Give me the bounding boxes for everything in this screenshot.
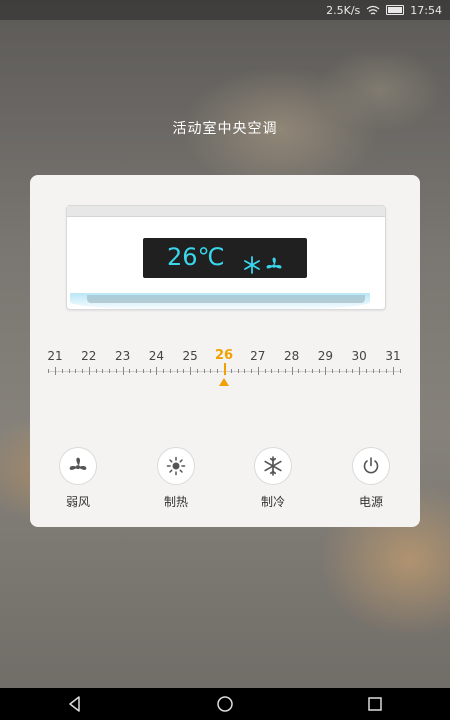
temperature-label-22[interactable]: 22 xyxy=(74,349,104,363)
temperature-label-27[interactable]: 27 xyxy=(243,349,273,363)
ruler-minor-tick xyxy=(251,369,253,373)
ruler-minor-tick xyxy=(102,369,104,373)
ruler-minor-tick xyxy=(109,369,111,373)
ruler-minor-tick xyxy=(203,369,205,373)
navigation-bar xyxy=(0,688,450,720)
ruler-minor-tick xyxy=(129,369,131,373)
ruler-minor-tick xyxy=(345,369,347,373)
ruler-minor-tick xyxy=(68,369,70,373)
ruler-minor-tick xyxy=(399,369,401,373)
ruler-minor-tick xyxy=(169,369,171,373)
status-bar: 2.5K/s 17:54 xyxy=(0,0,450,20)
ruler-minor-tick xyxy=(210,369,212,373)
ruler-minor-tick xyxy=(136,369,138,373)
ruler-minor-tick xyxy=(284,369,286,373)
weak-wind-label: 弱风 xyxy=(65,495,90,509)
weak-wind-button[interactable]: 弱风 xyxy=(48,447,108,510)
snowflake-icon xyxy=(244,256,260,274)
ruler-minor-tick xyxy=(217,369,219,373)
ruler-minor-tick xyxy=(386,369,388,373)
heat-mode-button[interactable]: 制热 xyxy=(146,447,206,510)
power-button[interactable]: 电源 xyxy=(341,447,401,510)
ruler-minor-tick xyxy=(176,369,178,373)
back-icon[interactable] xyxy=(66,695,84,713)
ruler-major-tick xyxy=(156,367,158,375)
power-icon xyxy=(363,457,379,474)
ruler-minor-tick xyxy=(230,369,232,373)
ruler-minor-tick xyxy=(244,369,246,373)
ruler-minor-tick xyxy=(311,369,313,373)
sun-icon xyxy=(166,456,186,476)
ruler-minor-tick xyxy=(95,369,97,373)
ruler-minor-tick xyxy=(318,369,320,373)
temperature-label-30[interactable]: 30 xyxy=(344,349,374,363)
battery-icon xyxy=(386,5,405,15)
heat-mode-label: 制热 xyxy=(163,495,188,509)
fan-icon xyxy=(69,457,87,470)
ruler-major-tick xyxy=(359,367,361,375)
wifi-icon xyxy=(366,5,380,15)
ac-top-panel xyxy=(67,206,385,217)
ruler-minor-tick xyxy=(278,369,280,373)
power-label: 电源 xyxy=(358,495,383,509)
ruler-minor-tick xyxy=(61,369,63,373)
ruler-major-tick xyxy=(291,367,293,375)
ac-control-card: 26℃ 21 22 23 24 25 26 27 28 29 30 31 弱风 … xyxy=(30,175,420,527)
ruler-minor-tick xyxy=(115,369,117,373)
snowflake-icon xyxy=(264,456,282,476)
display-temperature: 26℃ xyxy=(167,243,225,271)
ruler-minor-tick xyxy=(48,369,50,373)
ruler-major-tick xyxy=(122,367,124,375)
temperature-pointer[interactable] xyxy=(219,378,229,386)
device-title: 活动室中央空调 xyxy=(172,121,278,137)
ruler-major-tick xyxy=(190,367,192,375)
ruler-minor-tick xyxy=(379,369,381,373)
ruler-minor-tick xyxy=(163,369,165,373)
temperature-label-23[interactable]: 23 xyxy=(108,349,138,363)
fan-icon xyxy=(266,257,282,269)
cool-mode-label: 制冷 xyxy=(260,495,285,509)
recent-apps-icon[interactable] xyxy=(366,695,384,713)
network-speed: 2.5K/s xyxy=(326,3,361,17)
ruler-minor-tick xyxy=(142,369,144,373)
clock: 17:54 xyxy=(410,3,442,17)
control-buttons: 弱风 制热 制冷 电源 xyxy=(30,447,420,510)
cool-mode-button[interactable]: 制冷 xyxy=(243,447,303,510)
ruler-minor-tick xyxy=(237,369,239,373)
ruler-minor-tick xyxy=(298,369,300,373)
ruler-minor-tick xyxy=(196,369,198,373)
temperature-label-31[interactable]: 31 xyxy=(378,349,408,363)
temperature-label-28[interactable]: 28 xyxy=(277,349,307,363)
temperature-label-29[interactable]: 29 xyxy=(310,349,340,363)
ruler-major-tick xyxy=(55,367,56,375)
ruler-minor-tick xyxy=(305,369,307,373)
ruler-minor-tick xyxy=(75,369,77,373)
ruler-minor-tick xyxy=(183,369,185,373)
ruler-major-tick xyxy=(393,367,394,375)
ac-airflow-glow xyxy=(70,293,370,311)
temperature-label-21[interactable]: 21 xyxy=(40,349,70,363)
ruler-major-tick xyxy=(325,367,327,375)
home-icon[interactable] xyxy=(216,695,234,713)
ruler-minor-tick xyxy=(149,369,151,373)
ruler-minor-tick xyxy=(338,369,340,373)
ruler-minor-tick xyxy=(82,369,84,373)
ruler-major-tick xyxy=(88,367,90,375)
temperature-label-26[interactable]: 26 xyxy=(209,348,239,363)
ruler-minor-tick xyxy=(332,369,334,373)
ruler-minor-tick xyxy=(372,369,374,373)
temperature-label-24[interactable]: 24 xyxy=(141,349,171,363)
ac-display-panel: 26℃ xyxy=(143,238,307,278)
ruler-minor-tick xyxy=(365,369,367,373)
selected-tick xyxy=(223,363,226,375)
temperature-label-25[interactable]: 25 xyxy=(175,349,205,363)
ruler-minor-tick xyxy=(352,369,354,373)
ruler-major-tick xyxy=(257,367,259,375)
ruler-minor-tick xyxy=(271,369,273,373)
ruler-minor-tick xyxy=(264,369,266,373)
